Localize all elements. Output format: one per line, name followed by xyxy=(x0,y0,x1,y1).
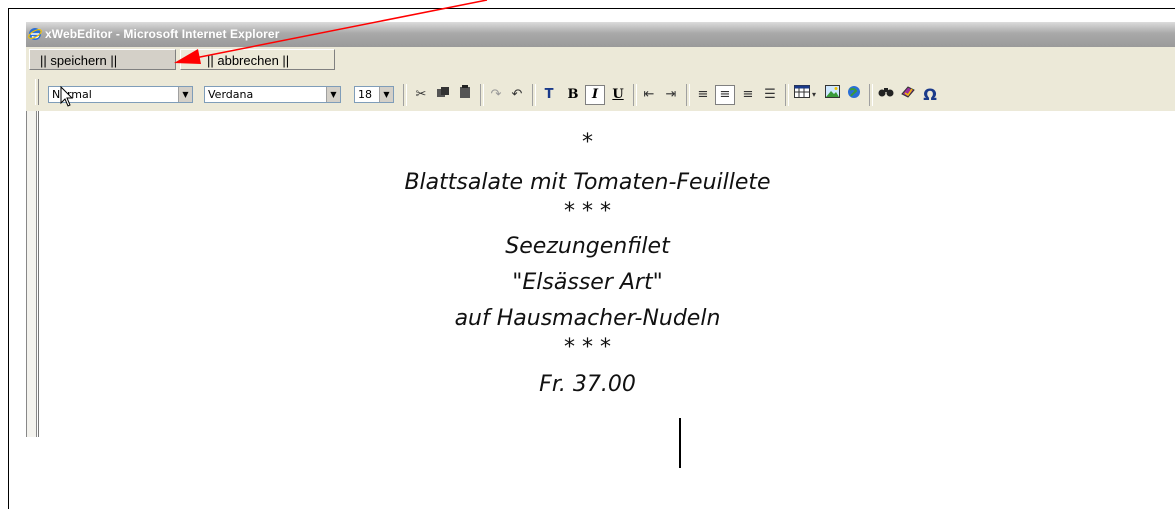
menu-separator-stars: * * * xyxy=(564,199,611,224)
mouse-pointer-icon xyxy=(60,86,74,107)
underline-icon[interactable]: U xyxy=(608,85,628,105)
indent-icon[interactable]: ⇥ xyxy=(661,85,681,105)
chevron-down-icon[interactable]: ▼ xyxy=(326,87,340,102)
italic-icon[interactable]: I xyxy=(585,85,605,105)
copy-icon[interactable] xyxy=(433,85,453,105)
align-right-icon[interactable]: ≡ xyxy=(738,85,758,105)
save-button[interactable]: || speichern || xyxy=(29,49,176,70)
editor-toolbar: Normal ▼ Verdana ▼ 18 ▼ ✂ ↷ ↶ T B I U ⇤ … xyxy=(26,73,1175,112)
spellcheck-icon[interactable] xyxy=(898,85,918,105)
toolbar-separator xyxy=(869,84,873,106)
window-titlebar: xWebEditor - Microsoft Internet Explorer xyxy=(26,22,1175,47)
toolbar-grip[interactable] xyxy=(35,79,39,105)
text-caret xyxy=(679,418,681,468)
menu-price: Fr. 37.00 xyxy=(539,372,636,397)
toolbar-separator xyxy=(633,84,637,106)
menu-separator-star: * xyxy=(582,130,593,155)
bold-icon[interactable]: B xyxy=(563,85,583,105)
toolbar-separator xyxy=(403,84,407,106)
font-size-value: 18 xyxy=(358,88,372,101)
align-left-icon[interactable]: ≡ xyxy=(693,85,713,105)
chevron-down-icon[interactable]: ▼ xyxy=(178,87,192,102)
window-title: xWebEditor - Microsoft Internet Explorer xyxy=(45,27,280,41)
font-family-select[interactable]: Verdana ▼ xyxy=(204,86,341,103)
cut-icon[interactable]: ✂ xyxy=(411,85,431,105)
toolbar-separator xyxy=(785,84,789,106)
text-color-icon[interactable]: T xyxy=(539,85,559,105)
toolbar-separator xyxy=(480,84,484,106)
chevron-down-icon[interactable]: ▼ xyxy=(379,87,393,102)
chevron-down-icon[interactable]: ▾ xyxy=(809,85,819,105)
cancel-button[interactable]: || abbrechen || xyxy=(180,49,335,70)
undo-icon[interactable]: ↶ xyxy=(507,85,527,105)
align-center-icon[interactable]: ≡ xyxy=(715,85,735,105)
toolbar-separator xyxy=(532,84,536,106)
special-char-icon[interactable]: Ω xyxy=(920,85,940,105)
redo-icon[interactable]: ↷ xyxy=(486,85,506,105)
find-icon[interactable] xyxy=(876,85,896,105)
menu-line-style: "Elsässer Art" xyxy=(512,270,663,295)
ie-logo-icon xyxy=(28,28,42,40)
font-family-value: Verdana xyxy=(208,88,254,101)
menu-line-starter: Blattsalate mit Tomaten-Feuillete xyxy=(404,170,771,195)
bullet-list-icon[interactable]: ☰ xyxy=(760,85,780,105)
menu-separator-stars: * * * xyxy=(564,335,611,360)
web-link-icon[interactable] xyxy=(844,85,864,105)
toolbar-separator xyxy=(686,84,690,106)
menu-line-main: Seezungenfilet xyxy=(505,234,670,259)
outdent-icon[interactable]: ⇤ xyxy=(639,85,659,105)
action-bar: || speichern || || abbrechen || xyxy=(26,47,1175,74)
paste-icon[interactable] xyxy=(455,85,475,105)
font-size-select[interactable]: 18 ▼ xyxy=(354,86,394,103)
image-icon[interactable] xyxy=(822,85,842,105)
menu-line-side: auf Hausmacher-Nudeln xyxy=(454,306,721,331)
